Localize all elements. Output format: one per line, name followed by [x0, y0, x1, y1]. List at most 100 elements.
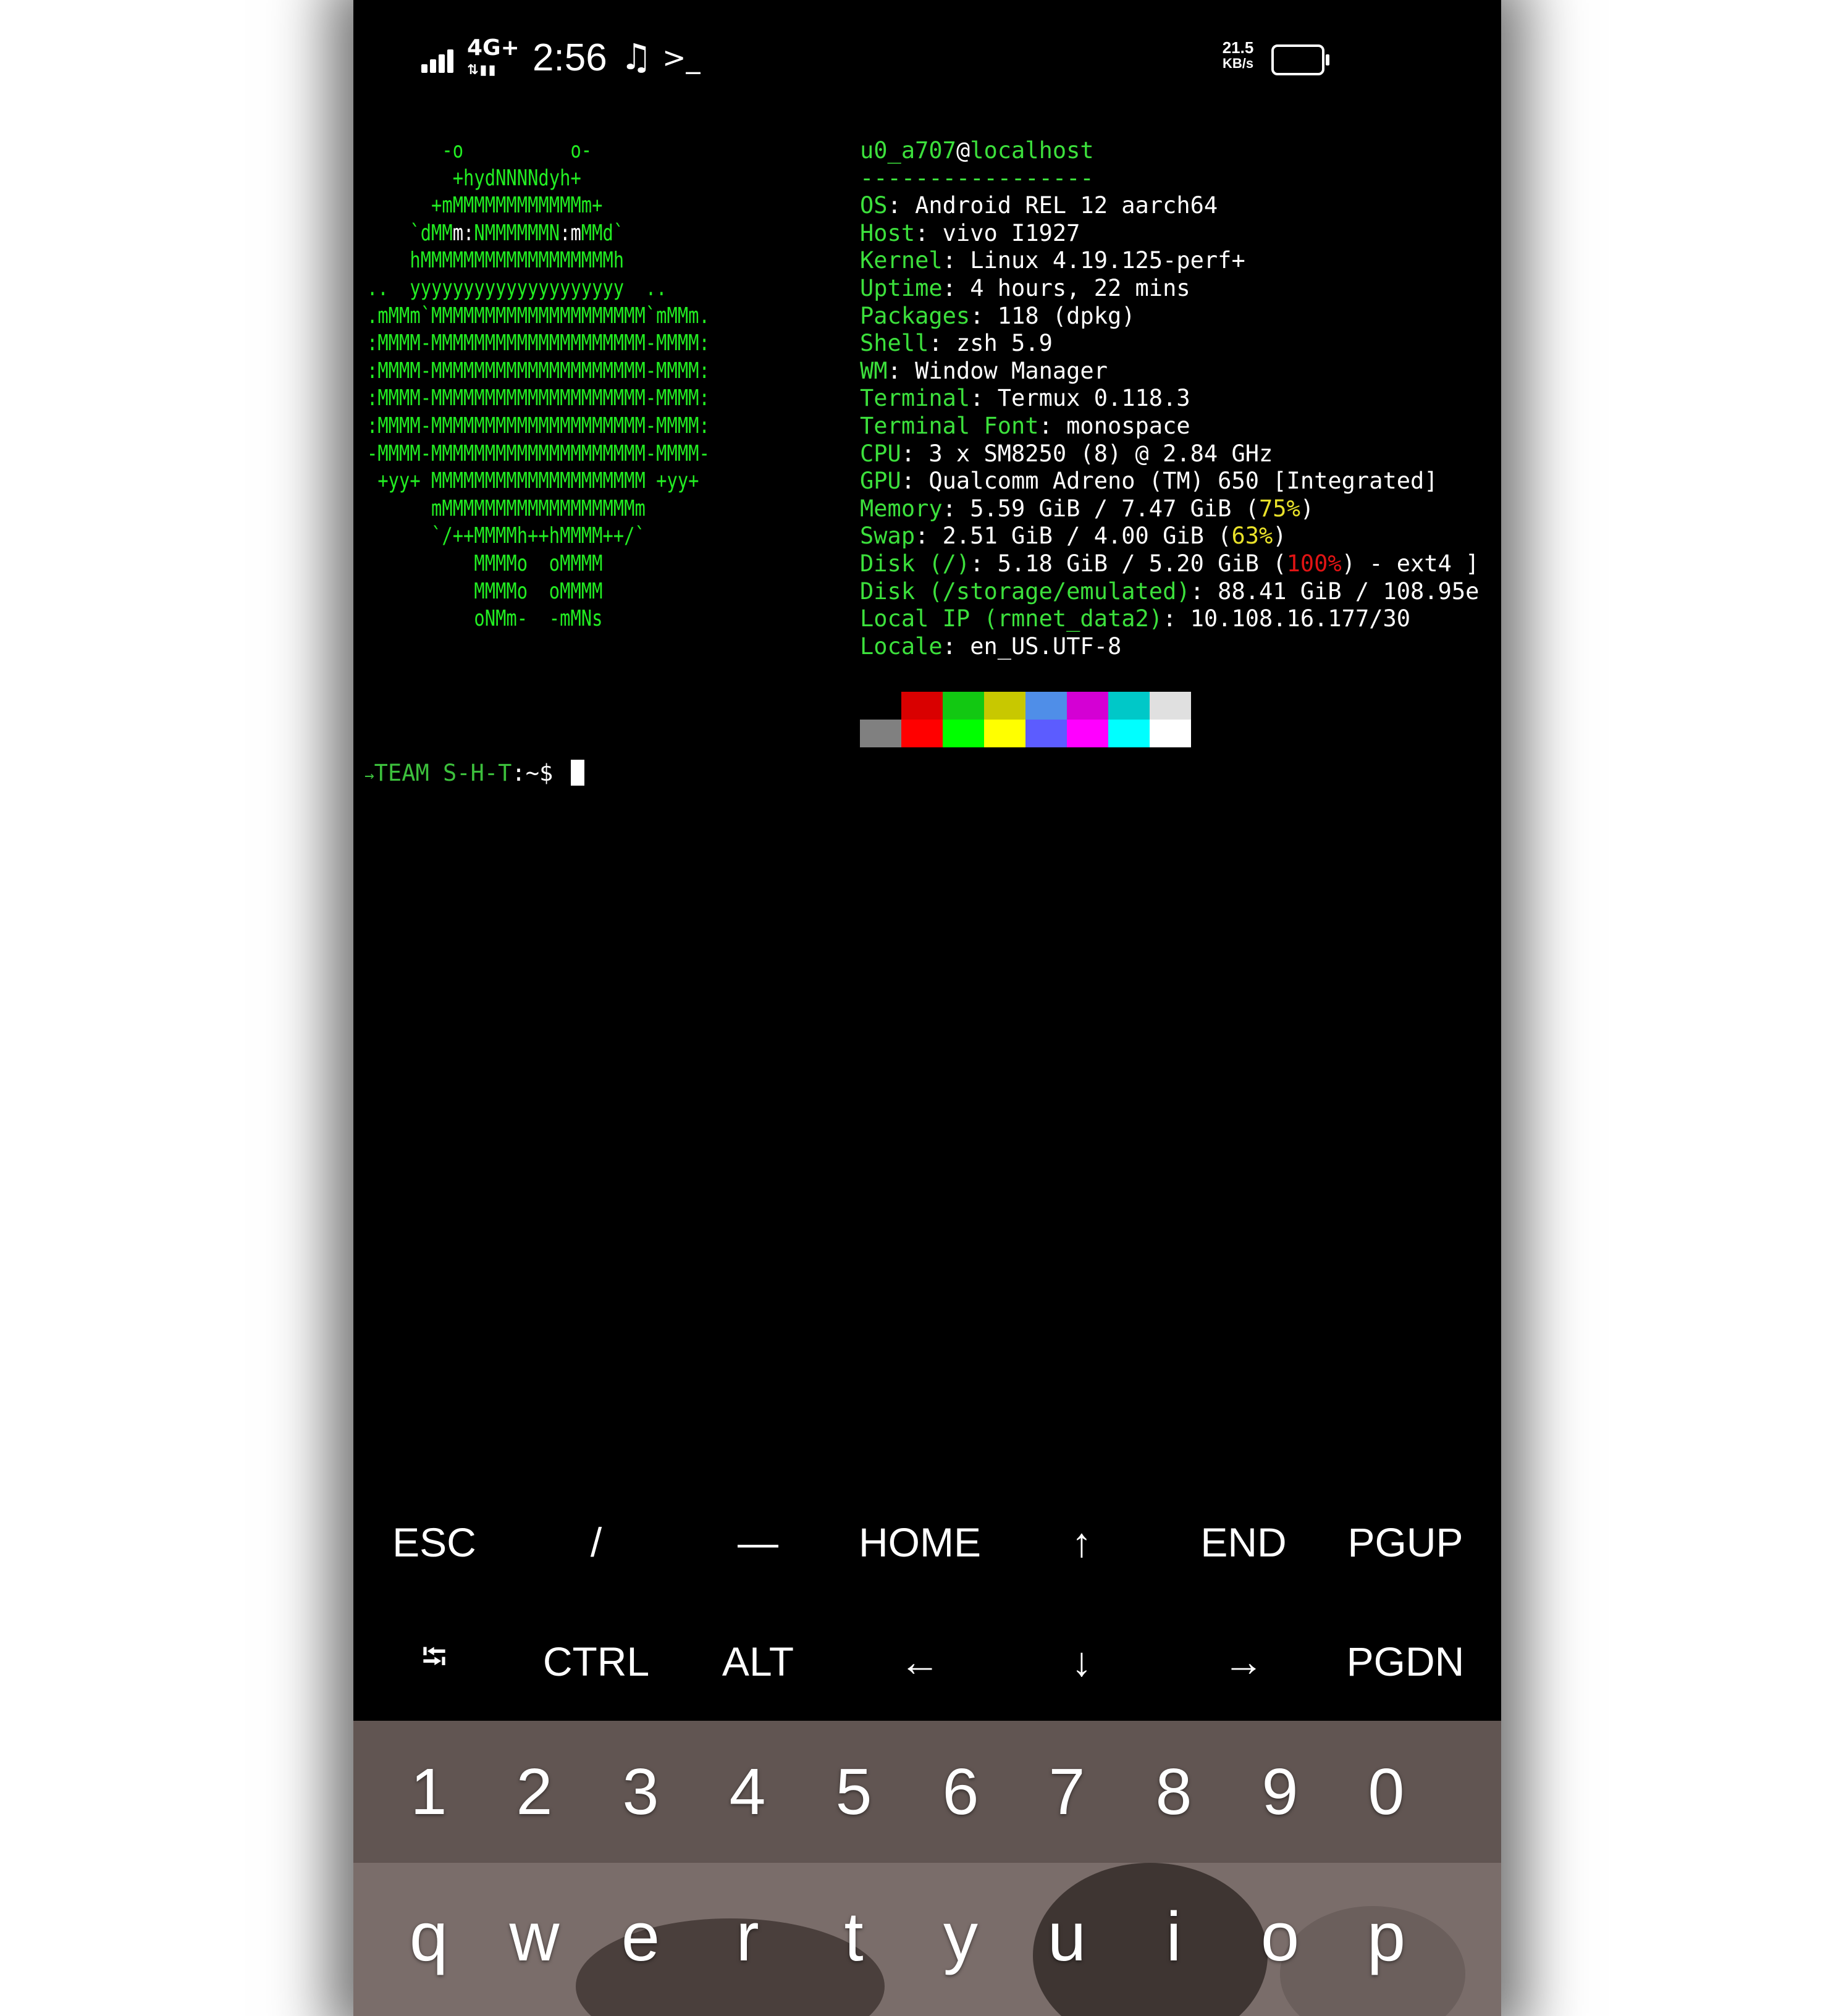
info-terminal-value: : Termux 0.118.3 — [970, 385, 1190, 412]
info-host: localhost — [970, 137, 1094, 164]
info-wm-value: : Window Manager — [887, 357, 1108, 384]
palette-swatch — [984, 692, 1025, 720]
info-terminal-key: Terminal — [860, 385, 970, 412]
info-memory-close: ) — [1300, 495, 1315, 522]
key-4[interactable]: 4 — [693, 1721, 802, 1863]
info-uptime-key: Uptime — [860, 274, 943, 301]
info-separator: ----------------- — [860, 164, 1094, 191]
slash-key[interactable]: / — [515, 1482, 677, 1602]
palette-swatch — [1067, 692, 1108, 720]
extra-keys-row-1: ESC / — HOME ↑ END PGUP — [353, 1482, 1501, 1602]
key-8[interactable]: 8 — [1119, 1721, 1229, 1863]
info-kernel-value: : Linux 4.19.125-perf+ — [942, 247, 1245, 274]
info-locale-key: Locale — [860, 632, 943, 660]
key-u[interactable]: u — [1012, 1863, 1122, 2011]
key-6[interactable]: 6 — [906, 1721, 1016, 1863]
palette-swatch — [984, 720, 1025, 747]
key-9[interactable]: 9 — [1225, 1721, 1335, 1863]
info-swap-close: ) — [1273, 523, 1287, 550]
network-type: 4G+ ⇅▮▮ — [467, 37, 520, 82]
color-palette — [860, 692, 1191, 747]
network-type-label: 4G+ — [467, 35, 520, 61]
palette-swatch — [901, 692, 943, 720]
info-locale-value: : en_US.UTF-8 — [942, 632, 1122, 660]
info-gpu-key: GPU — [860, 468, 901, 495]
info-uptime-value: : 4 hours, 22 mins — [942, 274, 1190, 301]
key-i[interactable]: i — [1119, 1863, 1229, 2011]
palette-swatch — [1025, 692, 1067, 720]
alt-key[interactable]: ALT — [677, 1602, 839, 1721]
tab-key[interactable]: ⭾ — [353, 1602, 515, 1721]
ctrl-key[interactable]: CTRL — [515, 1602, 677, 1721]
terminal-prompt-icon: >_ — [662, 41, 701, 74]
network-speed: 21.5 KB/s — [1213, 40, 1263, 72]
android-ascii-logo: -o o- +hydNNNNdyh+ +mMMMMMMMMMMMMm+ `dMM… — [367, 138, 710, 632]
prompt-symbol: $ — [539, 760, 554, 786]
palette-swatch — [943, 720, 984, 747]
prompt-arrow: → — [364, 766, 374, 785]
battery-nub — [1326, 54, 1329, 65]
end-key[interactable]: END — [1163, 1482, 1324, 1602]
palette-swatch — [1150, 720, 1191, 747]
info-os-value: : Android REL 12 aarch64 — [887, 192, 1218, 219]
data-arrows-icon: ⇅▮▮ — [467, 62, 497, 78]
arrow-left-key[interactable]: ← — [839, 1602, 1001, 1721]
system-info: u0_a707@localhost ----------------- OS: … — [860, 137, 1479, 660]
palette-swatch — [860, 692, 901, 720]
info-cpu-value: : 3 x SM8250 (8) @ 2.84 GHz — [901, 440, 1273, 467]
pgdn-key[interactable]: PGDN — [1324, 1602, 1486, 1721]
arrow-right-key[interactable]: → — [1163, 1602, 1324, 1721]
info-swap-key: Swap — [860, 523, 916, 550]
arrow-up-key[interactable]: ↑ — [1001, 1482, 1163, 1602]
info-user: u0_a707 — [860, 137, 956, 164]
status-time: 2:56 — [533, 36, 607, 79]
info-disk-close: ) - ext4 ] — [1341, 550, 1480, 577]
info-shell-key: Shell — [860, 330, 929, 357]
info-at: @ — [956, 137, 970, 164]
key-q[interactable]: q — [374, 1863, 484, 2011]
prompt-name: TEAM S-H-T — [374, 760, 512, 786]
info-host-key: Host — [860, 219, 916, 246]
key-0[interactable]: 0 — [1331, 1721, 1441, 1863]
info-disk2-key: Disk (/storage/emulated) — [860, 578, 1190, 605]
info-swap-percent: 63% — [1231, 523, 1273, 550]
arrow-down-key[interactable]: ↓ — [1001, 1602, 1163, 1721]
key-o[interactable]: o — [1225, 1863, 1335, 2011]
info-packages-value: : 118 (dpkg) — [970, 302, 1135, 329]
key-e[interactable]: e — [586, 1863, 696, 2011]
info-host-value: : vivo I1927 — [915, 219, 1080, 246]
key-w[interactable]: w — [479, 1863, 589, 2011]
home-key[interactable]: HOME — [839, 1482, 1001, 1602]
keyboard-number-row: 1 2 3 4 5 6 7 8 9 0 — [353, 1721, 1501, 1863]
key-1[interactable]: 1 — [374, 1721, 484, 1863]
key-r[interactable]: r — [693, 1863, 802, 2011]
esc-key[interactable]: ESC — [353, 1482, 515, 1602]
pgup-key[interactable]: PGUP — [1324, 1482, 1486, 1602]
palette-swatch — [1025, 720, 1067, 747]
key-3[interactable]: 3 — [586, 1721, 696, 1863]
speed-value: 21.5 — [1222, 38, 1254, 57]
info-packages-key: Packages — [860, 302, 970, 329]
dash-key[interactable]: — — [677, 1482, 839, 1602]
info-disk2-value: : 88.41 GiB / 108.95e — [1190, 578, 1480, 605]
soft-keyboard: 1 2 3 4 5 6 7 8 9 0 q w e r t y u i o p — [353, 1721, 1501, 2016]
info-ip-value: : 10.108.16.177/30 — [1163, 605, 1411, 632]
key-5[interactable]: 5 — [799, 1721, 909, 1863]
text-cursor — [570, 760, 584, 786]
palette-swatch — [1108, 692, 1150, 720]
palette-swatch — [1108, 720, 1150, 747]
info-swap-value: : 2.51 GiB / 4.00 GiB ( — [915, 523, 1232, 550]
key-2[interactable]: 2 — [479, 1721, 589, 1863]
info-terminal-font-value: : monospace — [1038, 412, 1190, 439]
key-p[interactable]: p — [1331, 1863, 1441, 2011]
shell-prompt[interactable]: →TEAM S-H-T:~$ — [364, 760, 584, 790]
extra-keys-bar: ESC / — HOME ↑ END PGUP ⭾ CTRL ALT ← ↓ →… — [353, 1482, 1501, 1721]
info-disk-value: : 5.18 GiB / 5.20 GiB ( — [970, 550, 1287, 577]
key-t[interactable]: t — [799, 1863, 909, 2011]
phone-screen: 4G+ ⇅▮▮ 2:56 ♫ >_ 21.5 KB/s 44 -o o- +hy… — [353, 0, 1501, 2016]
info-shell-value: : zsh 5.9 — [928, 330, 1053, 357]
palette-swatch — [943, 692, 984, 720]
key-7[interactable]: 7 — [1012, 1721, 1122, 1863]
key-y[interactable]: y — [906, 1863, 1016, 2011]
info-disk-key: Disk (/) — [860, 550, 970, 577]
